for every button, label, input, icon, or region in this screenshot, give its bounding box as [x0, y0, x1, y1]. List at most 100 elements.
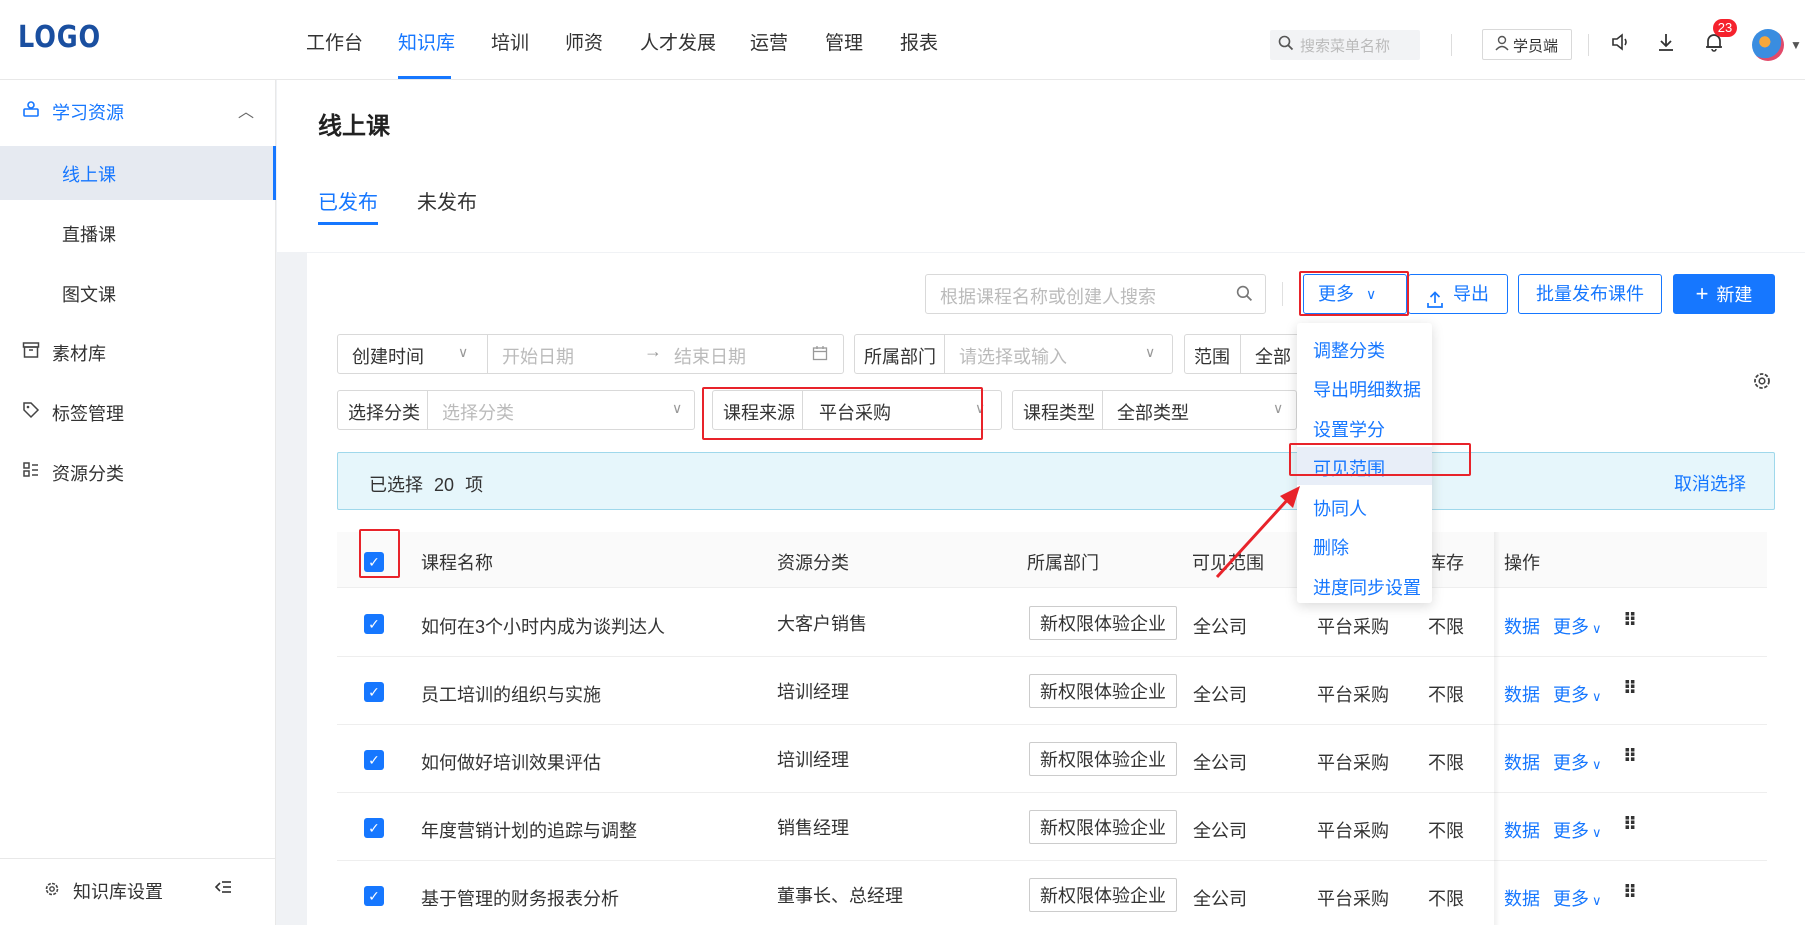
menu-item-adjust-category[interactable]: 调整分类: [1297, 329, 1432, 367]
chevron-up-icon[interactable]: ︿: [238, 98, 254, 122]
gear-icon[interactable]: [44, 881, 60, 902]
course-search-input[interactable]: 根据课程名称或创建人搜索: [925, 274, 1266, 314]
row-checkbox[interactable]: ✓: [364, 682, 384, 702]
tab-unpublished[interactable]: 未发布: [417, 186, 477, 215]
sidebar-item-materials[interactable]: 素材库: [0, 323, 276, 381]
department-tag: 新权限体验企业: [1029, 674, 1177, 708]
cancel-selection-link[interactable]: 取消选择: [1674, 470, 1746, 496]
drag-handle-icon[interactable]: ⠿: [1623, 882, 1637, 903]
sidebar-item-label: 标签管理: [52, 404, 124, 424]
data-link[interactable]: 数据: [1504, 885, 1540, 911]
sidebar-item-live-course[interactable]: 直播课: [0, 206, 276, 260]
col-resource-category: 资源分类: [777, 553, 849, 573]
category-filter[interactable]: 选择分类 选择分类 ∨: [337, 390, 695, 430]
menu-item-visible-scope[interactable]: 可见范围: [1297, 447, 1432, 485]
department-tag: 新权限体验企业: [1029, 878, 1177, 912]
row-more-label: 更多: [1553, 889, 1589, 909]
range-filter[interactable]: 范围 全部: [1184, 334, 1304, 374]
student-portal-button[interactable]: 学员端: [1482, 29, 1572, 60]
course-source-filter[interactable]: 课程来源 平台采购 ∨: [712, 390, 1002, 430]
department-filter[interactable]: 所属部门 请选择或输入 ∨: [854, 334, 1173, 374]
sidebar-item-online-course[interactable]: 线上课: [0, 146, 276, 200]
menu-item-delete[interactable]: 删除: [1297, 526, 1432, 564]
row-checkbox[interactable]: ✓: [364, 886, 384, 906]
more-button[interactable]: 更多 ∨: [1303, 274, 1407, 314]
visible-scope: 全公司: [1193, 889, 1247, 909]
new-button[interactable]: + 新建: [1673, 274, 1775, 314]
batch-publish-button[interactable]: 批量发布课件: [1518, 274, 1662, 314]
drag-handle-icon[interactable]: ⠿: [1623, 746, 1637, 767]
end-date-input[interactable]: 结束日期: [674, 343, 746, 369]
sidebar-item-article-course[interactable]: 图文课: [0, 266, 276, 320]
data-link[interactable]: 数据: [1504, 749, 1540, 775]
toolbar-divider: [1282, 282, 1283, 306]
row-checkbox[interactable]: ✓: [364, 750, 384, 770]
row-more-link[interactable]: 更多 ∨: [1553, 885, 1602, 911]
course-name[interactable]: 如何在3个小时内成为谈判达人: [421, 613, 665, 639]
row-more-link[interactable]: 更多 ∨: [1553, 749, 1602, 775]
settings-gear-icon[interactable]: [1752, 371, 1772, 396]
row-checkbox[interactable]: ✓: [364, 614, 384, 634]
menu-item-export-details[interactable]: 导出明细数据: [1297, 368, 1432, 406]
data-link[interactable]: 数据: [1504, 681, 1540, 707]
sidebar-item-tags[interactable]: 标签管理: [0, 383, 276, 441]
search-icon: [1278, 35, 1294, 55]
sidebar-group-learning-resources[interactable]: 学习资源 ︿: [0, 82, 276, 140]
menu-item-set-credits[interactable]: 设置学分: [1297, 408, 1432, 446]
select-all-checkbox[interactable]: ✓: [364, 552, 384, 572]
department-label-box: 所属部门: [855, 335, 945, 373]
course-type-filter[interactable]: 课程类型 全部类型 ∨: [1012, 390, 1297, 430]
drag-handle-icon[interactable]: ⠿: [1623, 814, 1637, 835]
visible-scope: 全公司: [1193, 753, 1247, 773]
course-source-label-box: 课程来源: [713, 391, 803, 429]
avatar[interactable]: [1752, 29, 1784, 61]
start-date-input[interactable]: 开始日期: [502, 343, 574, 369]
data-link[interactable]: 数据: [1504, 613, 1540, 639]
nav-management[interactable]: 管理: [825, 28, 863, 55]
row-more-link[interactable]: 更多 ∨: [1553, 817, 1602, 843]
created-time-select[interactable]: 创建时间 ∨: [338, 335, 488, 373]
menu-item-progress-sync[interactable]: 进度同步设置: [1297, 566, 1432, 604]
knowledge-base-settings-link[interactable]: 知识库设置: [73, 878, 163, 904]
nav-teachers[interactable]: 师资: [565, 28, 603, 55]
chevron-down-icon: ∨: [1592, 621, 1602, 636]
drag-handle-icon[interactable]: ⠿: [1623, 678, 1637, 699]
export-button[interactable]: 导出: [1408, 274, 1508, 314]
course-source: 平台采购: [1317, 685, 1389, 705]
download-icon[interactable]: [1656, 32, 1676, 58]
menu-item-collaborators[interactable]: 协同人: [1297, 487, 1432, 525]
header-divider: [1451, 34, 1452, 56]
nav-workbench[interactable]: 工作台: [306, 28, 363, 55]
nav-operations[interactable]: 运营: [750, 28, 788, 55]
course-name[interactable]: 年度营销计划的追踪与调整: [421, 817, 637, 843]
caret-down-icon[interactable]: ▼: [1790, 38, 1802, 52]
nav-reports[interactable]: 报表: [900, 28, 938, 55]
nav-talent-development[interactable]: 人才发展: [640, 28, 716, 55]
chevron-down-icon: ∨: [1145, 344, 1156, 360]
collapse-sidebar-icon[interactable]: [214, 879, 232, 900]
resource-category: 大客户销售: [777, 614, 867, 634]
course-type-label-box: 课程类型: [1013, 391, 1103, 429]
menu-search-input[interactable]: 搜索菜单名称: [1270, 30, 1420, 60]
nav-training[interactable]: 培训: [491, 28, 529, 55]
chevron-down-icon: ∨: [1592, 893, 1602, 908]
row-more-link[interactable]: 更多 ∨: [1553, 681, 1602, 707]
drag-handle-icon[interactable]: ⠿: [1623, 610, 1637, 631]
course-name[interactable]: 如何做好培训效果评估: [421, 749, 601, 775]
course-search-placeholder: 根据课程名称或创建人搜索: [940, 287, 1156, 307]
nav-knowledge-base[interactable]: 知识库: [398, 28, 455, 55]
resource-category: 培训经理: [777, 682, 849, 702]
calendar-icon[interactable]: [812, 345, 828, 366]
speaker-icon[interactable]: [1610, 32, 1630, 58]
course-name[interactable]: 基于管理的财务报表分析: [421, 885, 619, 911]
search-icon[interactable]: [1236, 285, 1253, 307]
resource-category: 销售经理: [777, 818, 849, 838]
nav-active-indicator: [398, 76, 451, 79]
tab-published[interactable]: 已发布: [318, 186, 378, 215]
course-name[interactable]: 员工培训的组织与实施: [421, 681, 601, 707]
row-checkbox[interactable]: ✓: [364, 818, 384, 838]
row-more-link[interactable]: 更多 ∨: [1553, 613, 1602, 639]
course-source-value: 平台采购: [819, 403, 891, 423]
data-link[interactable]: 数据: [1504, 817, 1540, 843]
sidebar-item-resource-category[interactable]: 资源分类: [0, 443, 276, 501]
